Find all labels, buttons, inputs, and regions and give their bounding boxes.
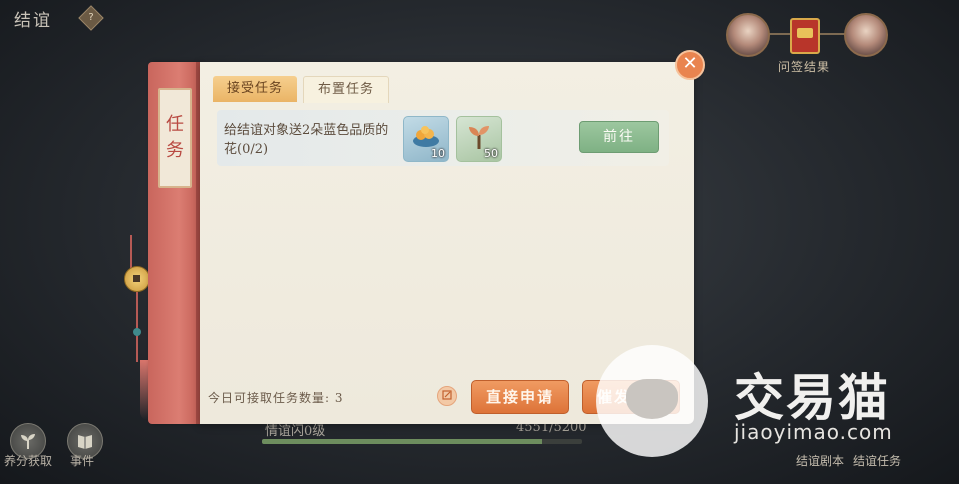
tassel-cord-lower	[136, 292, 138, 362]
task-description: 给结谊对象送2朵蓝色品质的花(0/2)	[224, 123, 389, 157]
spine-title: 任 务	[158, 88, 192, 188]
goto-button[interactable]: 前往	[579, 121, 659, 153]
watermark-url: jiaoyimao.com	[734, 420, 893, 444]
result-label[interactable]: 问签结果	[778, 58, 830, 75]
reward-item[interactable]: 10	[403, 116, 449, 162]
spine-title-char: 务	[166, 140, 184, 161]
tab-accept-task[interactable]: 接受任务	[213, 76, 298, 102]
coin-charm-icon	[124, 266, 150, 292]
edit-icon[interactable]	[437, 386, 457, 406]
bond-exp-bar	[262, 439, 582, 444]
bond-exp-fill	[262, 439, 542, 444]
spine-title-char: 任	[166, 114, 184, 135]
partner-portrait-left[interactable]	[726, 13, 770, 57]
reward-count: 50	[484, 147, 498, 160]
food-basket-icon	[413, 126, 439, 147]
partner-portrait-right[interactable]	[844, 13, 888, 57]
sign-box-icon[interactable]	[790, 18, 820, 54]
help-icon[interactable]: ?	[78, 5, 104, 31]
pencil-glyph	[442, 390, 452, 400]
tab-assign-task[interactable]: 布置任务	[303, 76, 390, 103]
book-icon	[78, 435, 92, 449]
reward-count: 10	[431, 147, 445, 160]
bond-task-button[interactable]: 结谊任务	[853, 452, 901, 469]
help-glyph: ?	[88, 12, 94, 23]
reward-item[interactable]: 50	[456, 116, 502, 162]
daily-task-count: 今日可接取任务数量: 3	[208, 391, 344, 405]
page-title: 结谊	[14, 11, 52, 31]
bond-script-button[interactable]: 结谊剧本	[796, 452, 844, 469]
jade-bead-icon	[133, 328, 141, 336]
apply-directly-button[interactable]: 直接申请	[471, 380, 569, 414]
nutrient-label: 养分获取	[4, 454, 53, 468]
event-label: 事件	[70, 454, 95, 468]
watermark-cat-logo	[596, 345, 708, 457]
close-button[interactable]: ✕	[675, 50, 705, 80]
sprout-icon	[21, 434, 35, 449]
